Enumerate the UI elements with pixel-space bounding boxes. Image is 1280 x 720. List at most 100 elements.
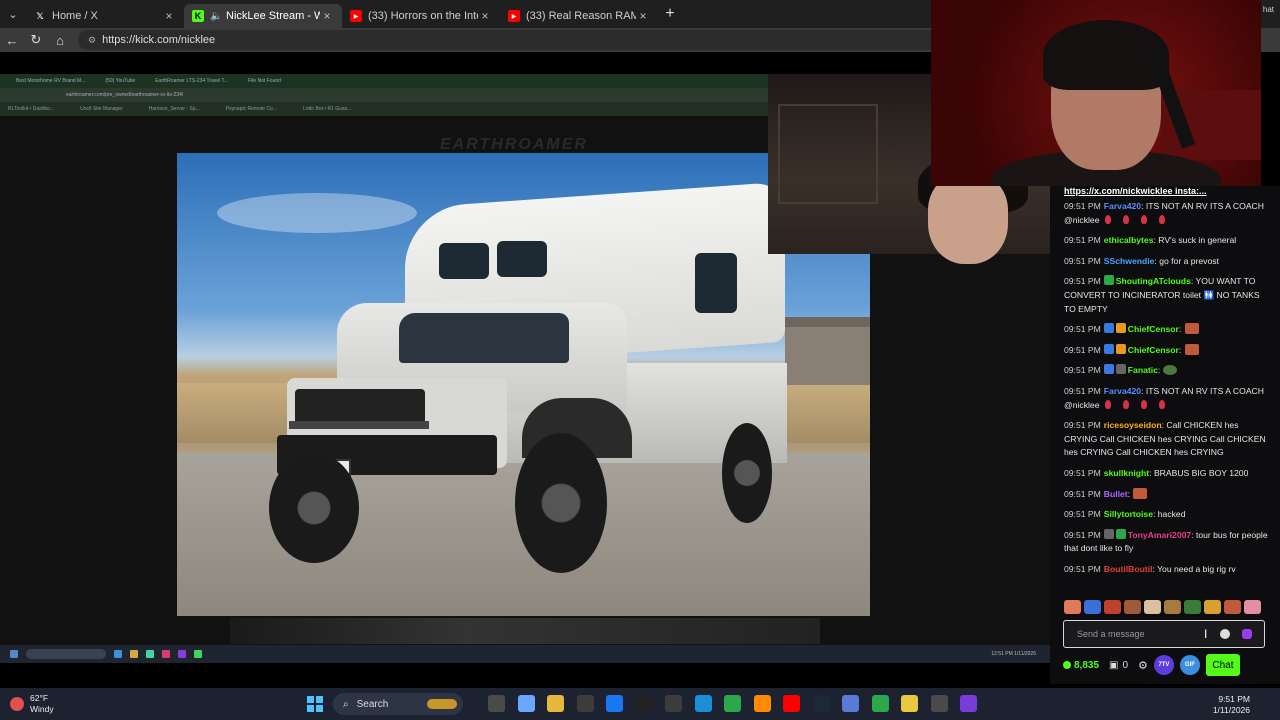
emote-button[interactable] <box>1164 600 1181 614</box>
clock-date: 1/11/2026 <box>1212 705 1250 715</box>
message-username[interactable]: ricesoyseidon <box>1104 420 1162 430</box>
message-time: 09:51 PM <box>1064 235 1101 246</box>
emote-button[interactable] <box>1104 600 1121 614</box>
message-username[interactable]: SSchwendie <box>1104 256 1155 266</box>
youtube-icon[interactable] <box>783 695 800 712</box>
chrome-icon[interactable] <box>724 695 741 712</box>
tab-horrors-internet-archive[interactable]: ▶ (33) Horrors on the Internet Archi × <box>342 4 500 28</box>
points-icon <box>1063 661 1071 669</box>
extension-icon[interactable] <box>1242 629 1252 639</box>
stream-video-player[interactable]: Best Motorhome RV Brand M... (50) YouTub… <box>0 52 1050 684</box>
chat-settings-gear-icon[interactable]: ⚙ <box>1138 659 1148 672</box>
calculator-icon[interactable] <box>665 695 682 712</box>
back-arrow-icon[interactable]: ← <box>0 28 24 52</box>
search-icon: ⌕ <box>343 698 349 710</box>
chat-message-input[interactable]: Send a message I <box>1063 620 1265 648</box>
message-username[interactable]: ChiefCensor <box>1128 345 1179 355</box>
vlc-icon[interactable] <box>753 695 771 712</box>
close-tab-icon[interactable]: × <box>320 9 334 23</box>
emote-button[interactable] <box>1224 600 1241 614</box>
message-text: RV's suck in general <box>1158 235 1237 246</box>
stream-inner-bookmarks: RLToolkit • Dashbo... Uncfi Site Manager… <box>0 102 768 116</box>
x-logo-icon: 𝕏 <box>36 10 44 21</box>
emote-button[interactable] <box>1064 600 1081 614</box>
message-username[interactable]: ShoutingATclouds <box>1116 276 1191 286</box>
chat-message: 09:51 PM ShoutingATclouds: YOU WANT TO CO… <box>1064 275 1270 316</box>
home-icon[interactable]: ⌂ <box>48 28 72 52</box>
obs-icon[interactable] <box>930 695 948 712</box>
message-username[interactable]: BoutilBoutil <box>1104 564 1153 574</box>
red-drop-emote-icon <box>1123 214 1130 224</box>
message-username[interactable]: Bullet <box>1104 489 1128 499</box>
windows-start-icon[interactable] <box>307 696 323 712</box>
emote-button[interactable] <box>1184 600 1201 614</box>
facebook-icon[interactable] <box>606 695 623 712</box>
red-drop-emote-icon <box>1141 399 1148 409</box>
amazon-icon[interactable] <box>635 695 653 712</box>
emote-quickbar <box>1064 600 1274 616</box>
clock-time: 9:51 PM <box>1218 694 1250 704</box>
pinned-message[interactable]: https://x.com/nickwicklee insta:... <box>1064 186 1207 196</box>
system-clock[interactable]: 9:51 PM 1/11/2026 <box>1213 694 1250 716</box>
speaker-icon[interactable]: 🔈 <box>210 11 222 22</box>
shelf <box>778 104 878 204</box>
settings-icon[interactable] <box>842 695 859 712</box>
taskbar-search-box[interactable]: ⌕ Search <box>333 693 463 715</box>
chat-message: 09:51 PM Farva420: ITS NOT AN RV ITS A CO… <box>1064 385 1270 412</box>
reload-icon[interactable]: ↻ <box>24 28 48 52</box>
file-explorer-icon[interactable] <box>488 695 505 712</box>
tab-nicklee-stream[interactable]: K 🔈 NickLee Stream - Watch Live o × <box>184 4 342 28</box>
notes-icon[interactable] <box>901 695 918 712</box>
weather-widget[interactable]: 62°F Windy <box>10 693 54 715</box>
store-icon[interactable] <box>576 695 594 712</box>
input-placeholder: Send a message <box>1077 629 1145 639</box>
chat-send-button[interactable]: Chat <box>1205 654 1240 676</box>
user-badge-icon <box>1115 364 1126 375</box>
message-username[interactable]: ethicalbytes <box>1104 235 1154 245</box>
gift-count: 0 <box>1122 659 1129 671</box>
edge-icon[interactable] <box>694 695 712 712</box>
emote-button[interactable] <box>1124 600 1141 614</box>
tab-menu-chevron-icon[interactable]: ⌄ <box>0 0 26 28</box>
app-purple-icon[interactable] <box>960 695 977 712</box>
message-username[interactable]: Sillytortoise <box>1104 509 1153 519</box>
chat-message: 09:51 PM Fanatic: <box>1064 364 1270 378</box>
message-username[interactable]: skullknight <box>1104 468 1149 478</box>
emote-button[interactable] <box>1244 600 1261 614</box>
emote-button[interactable] <box>1084 600 1101 614</box>
folder-icon[interactable] <box>547 695 564 712</box>
user-badge-icon <box>1115 323 1126 334</box>
new-tab-plus-icon[interactable]: + <box>658 5 682 23</box>
url-input[interactable]: ⚙ https://kick.com/nicklee <box>78 30 938 50</box>
gift-button[interactable]: ▣ 0 <box>1109 660 1128 671</box>
message-username[interactable]: Farva420 <box>1104 201 1141 211</box>
steam-icon[interactable] <box>812 695 830 712</box>
xbox-icon[interactable] <box>871 695 889 712</box>
emote-button[interactable] <box>1144 600 1161 614</box>
close-tab-icon[interactable]: × <box>162 9 176 23</box>
message-username[interactable]: Farva420 <box>1104 386 1141 396</box>
7tv-button[interactable]: 7TV <box>1153 655 1174 675</box>
frog-emote-icon <box>1162 365 1177 376</box>
message-text: You need a big rig rv <box>1157 563 1236 574</box>
close-tab-icon[interactable]: × <box>636 9 650 23</box>
close-tab-icon[interactable]: × <box>478 9 492 23</box>
message-separator: : <box>1178 324 1184 335</box>
red-drop-emote-icon <box>1123 399 1130 409</box>
message-username[interactable]: ChiefCensor <box>1128 324 1179 334</box>
emoji-picker-icon[interactable] <box>1220 629 1230 639</box>
url-text: https://kick.com/nicklee <box>102 34 216 46</box>
gif-button[interactable]: GIF <box>1179 655 1200 675</box>
message-time: 09:51 PM <box>1064 509 1101 520</box>
copilot-icon[interactable] <box>517 695 535 712</box>
channel-points[interactable]: 8,835 <box>1063 660 1099 671</box>
weather-icon <box>10 697 24 711</box>
tab-home-x[interactable]: 𝕏 Home / X × <box>26 4 184 28</box>
message-time: 09:51 PM <box>1064 276 1101 287</box>
message-username[interactable]: TonyAmari2007 <box>1128 530 1191 540</box>
emote-button[interactable] <box>1204 600 1221 614</box>
tab-ram-prices[interactable]: ▶ (33) Real Reason RAM Prices Are S × <box>500 4 658 28</box>
site-info-icon[interactable]: ⚙ <box>88 35 96 46</box>
chat-messages: 09:51 PM Farva420: ITS NOT AN RV ITS A CO… <box>1064 200 1270 583</box>
message-username[interactable]: Fanatic <box>1128 365 1158 375</box>
